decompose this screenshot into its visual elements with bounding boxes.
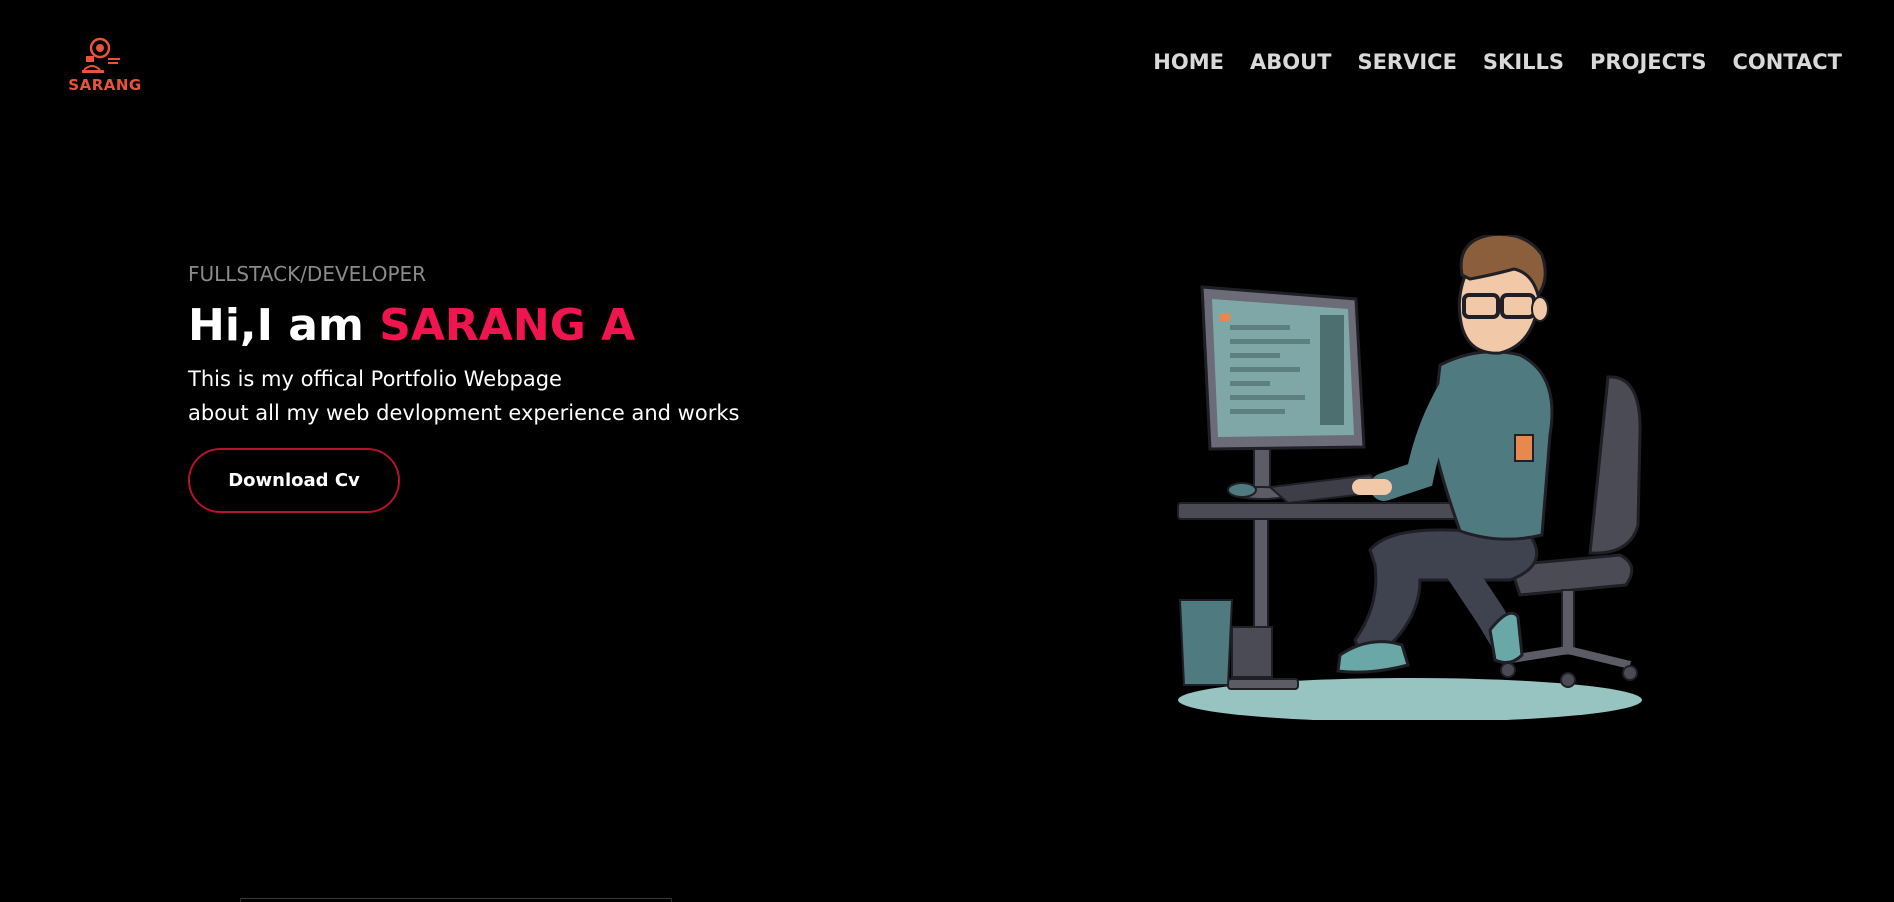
nav-service[interactable]: SERVICE	[1357, 50, 1456, 74]
developer-illustration	[1170, 232, 1660, 722]
download-cv-button[interactable]: Download Cv	[188, 448, 400, 513]
developer-at-desk-icon	[1177, 232, 1642, 722]
nav-skills[interactable]: SKILLS	[1483, 50, 1564, 74]
nav-contact[interactable]: CONTACT	[1732, 50, 1842, 74]
logo-text: SARANG	[68, 76, 142, 94]
hero-description-line1: This is my offical Portfolio Webpage	[188, 367, 562, 391]
hero-greeting: Hi,I am	[188, 300, 364, 351]
nav-home[interactable]: HOME	[1153, 50, 1224, 74]
next-section-edge	[240, 898, 672, 902]
hero-subtitle: FULLSTACK/DEVELOPER	[188, 262, 427, 286]
hero-headline: Hi,I am SARANG A	[188, 300, 635, 351]
hero-description-line2: about all my web devlopment experience a…	[188, 401, 740, 425]
logo-mark-icon	[82, 37, 120, 73]
brand-logo[interactable]: SARANG	[60, 36, 142, 98]
hero-name: SARANG A	[379, 300, 636, 351]
hero-description: This is my offical Portfolio Webpage abo…	[188, 362, 739, 430]
main-nav: HOME ABOUT SERVICE SKILLS PROJECTS CONTA…	[1153, 50, 1842, 74]
nav-about[interactable]: ABOUT	[1250, 50, 1332, 74]
nav-projects[interactable]: PROJECTS	[1590, 50, 1706, 74]
